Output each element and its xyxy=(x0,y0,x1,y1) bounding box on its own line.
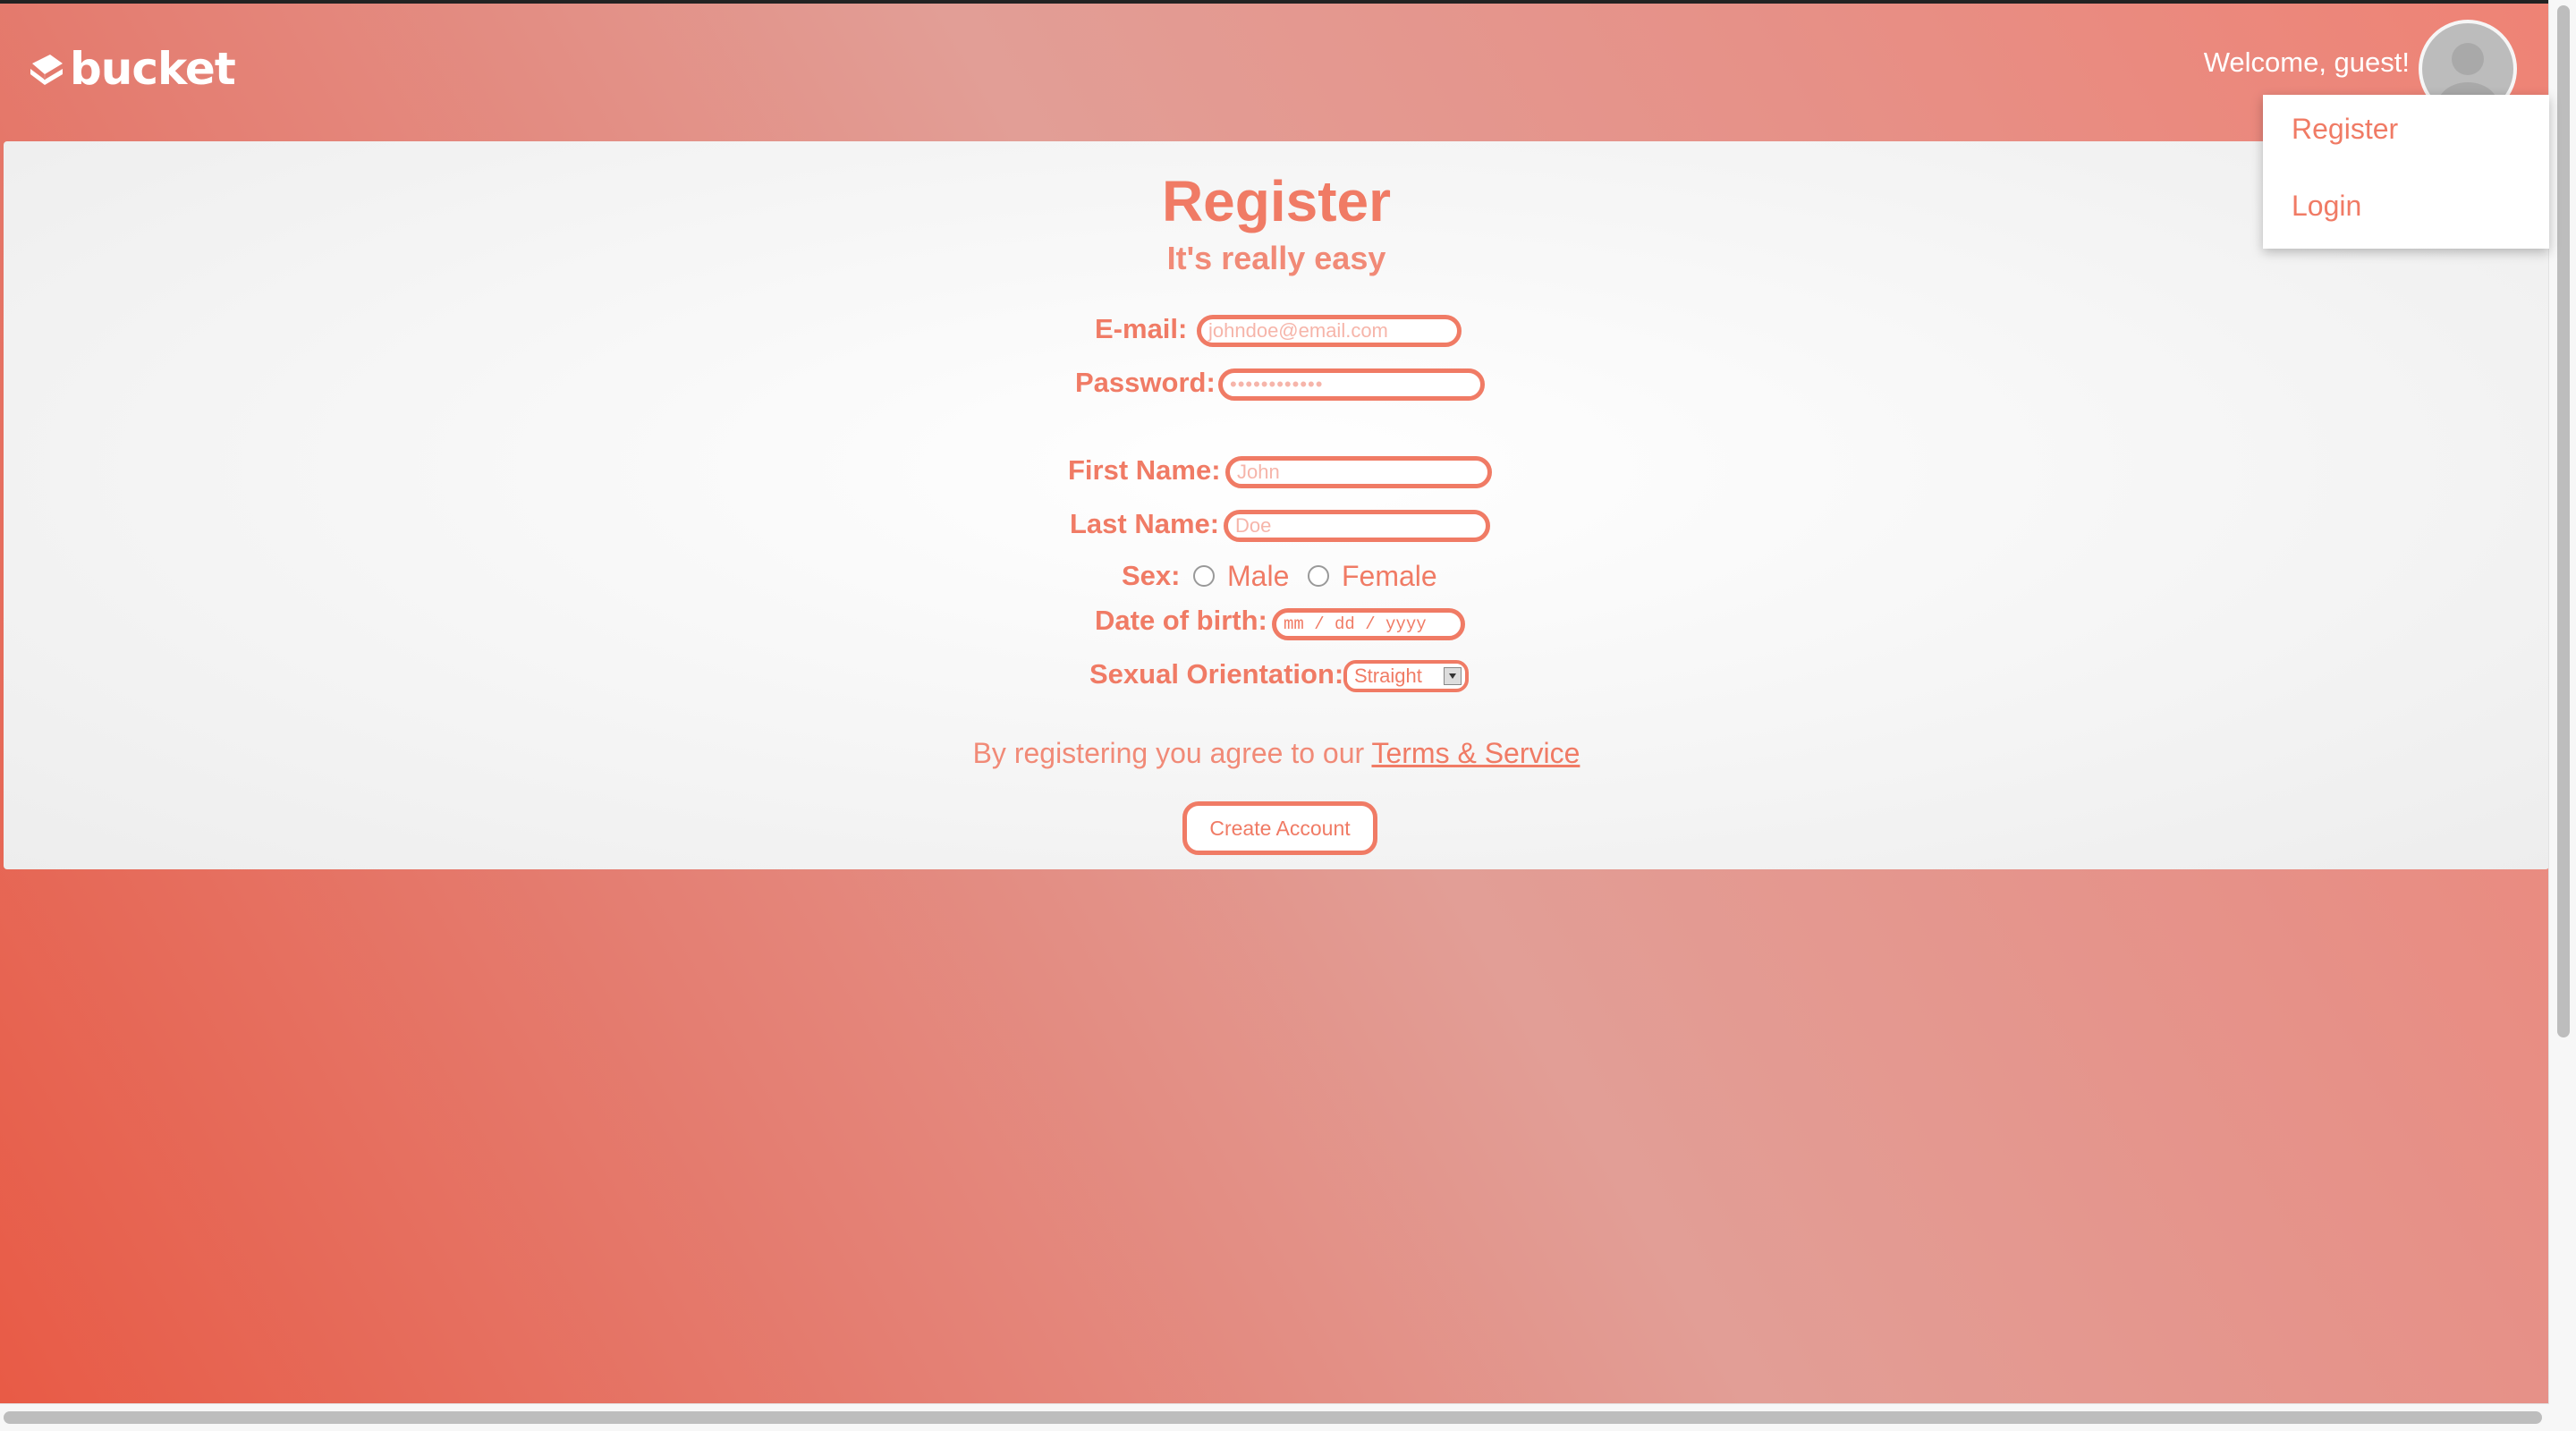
terms-notice: By registering you agree to our Terms & … xyxy=(4,737,2549,770)
male-radio[interactable] xyxy=(1193,565,1215,587)
female-radio[interactable] xyxy=(1308,565,1329,587)
menu-item-register[interactable]: Register xyxy=(2292,113,2398,146)
terms-link[interactable]: Terms & Service xyxy=(1371,737,1580,769)
first-name-label: First Name: xyxy=(1068,454,1221,486)
terms-text: By registering you agree to our xyxy=(972,737,1372,769)
vertical-scroll-thumb[interactable] xyxy=(2557,5,2570,1037)
page-subtitle: It's really easy xyxy=(1166,240,1386,276)
horizontal-scroll-thumb[interactable] xyxy=(4,1411,2542,1424)
vertical-scrollbar[interactable] xyxy=(2548,0,2576,1431)
orientation-select[interactable]: Straight xyxy=(1343,660,1469,692)
password-label: Password: xyxy=(1075,367,1216,398)
dob-label: Date of birth: xyxy=(1095,605,1267,636)
male-label: Male xyxy=(1227,560,1290,592)
date-of-birth-field[interactable]: mm / dd / yyyy xyxy=(1272,608,1465,640)
password-field[interactable]: •••••••••••• xyxy=(1218,368,1485,401)
user-dropdown-menu: Register Login xyxy=(2263,95,2549,249)
chevron-down-icon xyxy=(1444,667,1462,685)
female-label: Female xyxy=(1342,560,1437,592)
menu-item-login[interactable]: Login xyxy=(2292,190,2361,223)
logo[interactable]: bucket xyxy=(27,43,236,95)
email-label: E-mail: xyxy=(1095,313,1188,344)
welcome-text: Welcome, guest! xyxy=(2203,47,2410,78)
first-name-field[interactable]: John xyxy=(1225,456,1492,488)
sex-label: Sex: xyxy=(1122,560,1181,591)
create-account-button[interactable]: Create Account xyxy=(1182,801,1377,855)
email-field[interactable]: johndoe@email.com xyxy=(1197,315,1462,347)
logo-text: bucket xyxy=(70,43,236,95)
last-name-field[interactable]: Doe xyxy=(1224,510,1490,542)
bucket-logo-icon xyxy=(30,55,63,85)
page-title: Register xyxy=(1161,169,1392,233)
orientation-value: Straight xyxy=(1354,665,1422,687)
orientation-label: Sexual Orientation: xyxy=(1089,658,1344,690)
top-nav: bucket Welcome, guest! xyxy=(0,4,2549,140)
horizontal-scrollbar[interactable] xyxy=(0,1403,2549,1431)
last-name-label: Last Name: xyxy=(1070,508,1220,539)
register-card: Register It's really easy E-mail: johndo… xyxy=(4,141,2549,869)
